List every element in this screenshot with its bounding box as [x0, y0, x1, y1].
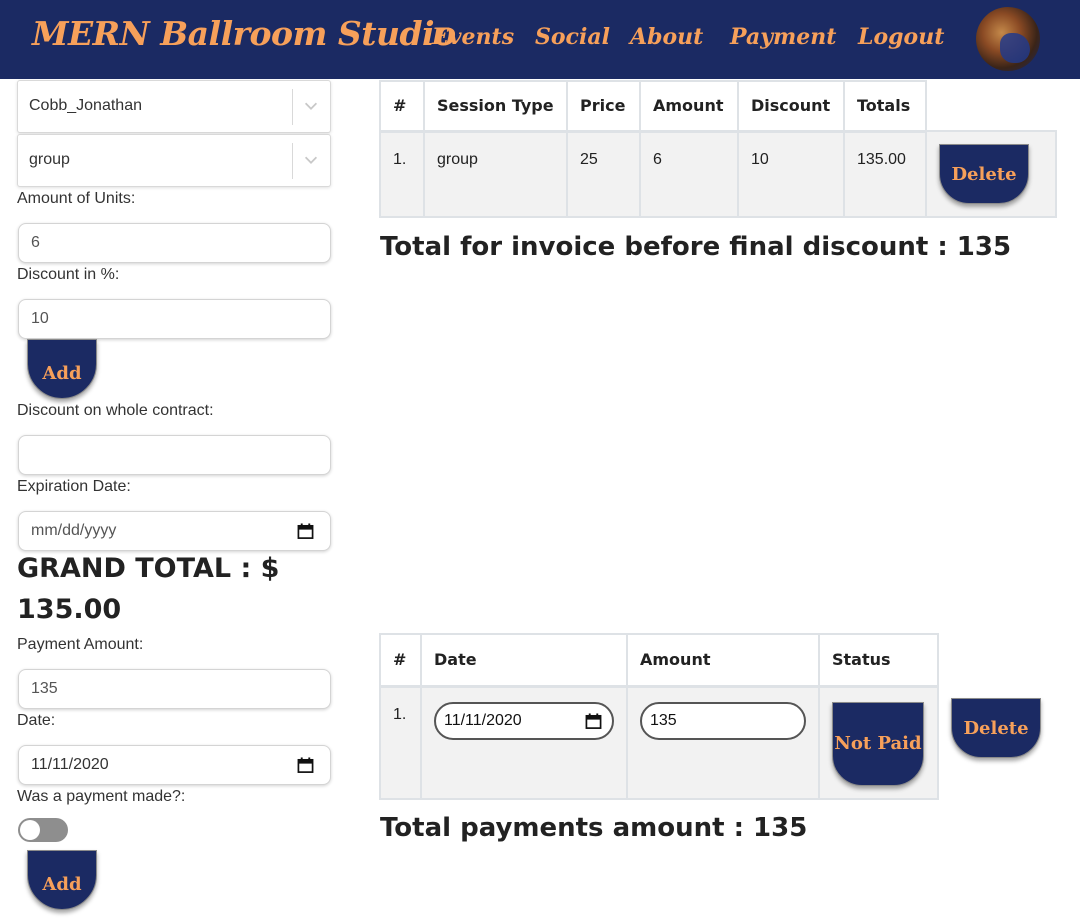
contract-discount-input[interactable]: [18, 435, 331, 475]
units-input[interactable]: 6: [18, 223, 331, 263]
expiration-date-placeholder: mm/dd/yyyy: [31, 522, 117, 539]
units-label: Amount of Units:: [17, 190, 136, 207]
cell-session-type: group: [423, 130, 568, 218]
chevron-down-icon[interactable]: [302, 97, 320, 115]
add-payment-button[interactable]: Add: [27, 850, 97, 910]
col-header-date: Date: [420, 633, 628, 688]
cell-amount: 135: [626, 685, 820, 800]
col-header-status: Status: [818, 633, 939, 688]
payment-amount-input[interactable]: 135: [18, 669, 331, 709]
cell-total: 135.00: [843, 130, 927, 218]
chevron-down-icon[interactable]: [302, 151, 320, 169]
nav-link-social[interactable]: Social: [535, 24, 610, 50]
nav-link-about[interactable]: About: [630, 24, 703, 50]
navbar: MERN Ballroom Studio Events Social About…: [0, 0, 1080, 79]
session-select-value: group: [29, 151, 70, 168]
status-not-paid-button[interactable]: Not Paid: [832, 701, 924, 786]
expiration-date-input[interactable]: mm/dd/yyyy: [18, 511, 331, 551]
col-header-action: [938, 634, 1054, 686]
delete-payment-button[interactable]: Delete: [951, 698, 1041, 758]
cell-amount: 6: [639, 130, 739, 218]
cell-discount: 10: [737, 130, 845, 218]
payment-made-label: Was a payment made?:: [17, 788, 186, 805]
payments-table: # Date Amount Status 1. 11/11/2020 135 N…: [379, 633, 1055, 800]
cell-num: 1.: [379, 685, 422, 800]
select-separator: [292, 89, 293, 125]
col-header-num: #: [379, 633, 422, 688]
payment-made-toggle[interactable]: [18, 818, 68, 842]
contract-discount-label: Discount on whole contract:: [17, 402, 214, 419]
sessions-table: # Session Type Price Amount Discount Tot…: [379, 80, 1057, 218]
date-label: Date:: [17, 712, 56, 729]
calendar-icon[interactable]: [297, 757, 314, 774]
toggle-knob: [20, 820, 40, 840]
payment-date-value: 11/11/2020: [31, 756, 109, 773]
session-type-select[interactable]: group: [17, 134, 331, 187]
cell-price: 25: [566, 130, 641, 218]
cell-action: Delete: [938, 686, 1054, 799]
table-header-row: # Date Amount Status: [379, 633, 1054, 688]
table-row: 1. 11/11/2020 135 Not Paid Delete: [379, 685, 1054, 800]
discount-input[interactable]: 10: [18, 299, 331, 339]
payment-date-input[interactable]: 11/11/2020: [18, 745, 331, 785]
table-row: 1. group 25 6 10 135.00 Delete: [379, 130, 1057, 218]
cell-status: Not Paid: [818, 685, 939, 800]
student-select-value: Cobb_Jonathan: [29, 97, 142, 114]
col-header-num: #: [379, 80, 425, 133]
student-select[interactable]: Cobb_Jonathan: [17, 80, 331, 133]
col-header-totals: Totals: [843, 80, 927, 133]
payments-total: Total payments amount : 135: [380, 813, 808, 843]
calendar-icon[interactable]: [585, 712, 602, 730]
col-header-amount: Amount: [626, 633, 820, 688]
col-header-price: Price: [566, 80, 641, 133]
row-amount-input[interactable]: 135: [640, 701, 806, 740]
cell-action: Delete: [925, 130, 1057, 218]
cell-num: 1.: [379, 130, 425, 218]
col-header-amount: Amount: [639, 80, 739, 133]
row-date-value: 11/11/2020: [444, 711, 522, 729]
col-header-discount: Discount: [737, 80, 845, 133]
nav-link-events[interactable]: Events: [432, 24, 514, 50]
expiration-label: Expiration Date:: [17, 478, 131, 495]
select-separator: [292, 143, 293, 179]
table-header-row: # Session Type Price Amount Discount Tot…: [379, 80, 1056, 133]
nav-link-payment[interactable]: Payment: [730, 24, 836, 50]
invoice-total: Total for invoice before final discount …: [380, 232, 1012, 262]
delete-session-button[interactable]: Delete: [939, 144, 1029, 204]
nav-link-logout[interactable]: Logout: [858, 24, 944, 50]
brand-logo[interactable]: MERN Ballroom Studio: [32, 14, 456, 53]
col-header-action: [926, 81, 1056, 131]
col-header-session-type: Session Type: [423, 80, 568, 133]
payment-amount-label: Payment Amount:: [17, 636, 144, 653]
grand-total: GRAND TOTAL : $ 135.00: [17, 553, 280, 625]
add-session-button[interactable]: Add: [27, 339, 97, 399]
discount-label: Discount in %:: [17, 266, 120, 283]
avatar[interactable]: [976, 7, 1040, 71]
cell-date: 11/11/2020: [420, 685, 628, 800]
calendar-icon[interactable]: [297, 523, 314, 540]
row-date-input[interactable]: 11/11/2020: [434, 701, 614, 740]
